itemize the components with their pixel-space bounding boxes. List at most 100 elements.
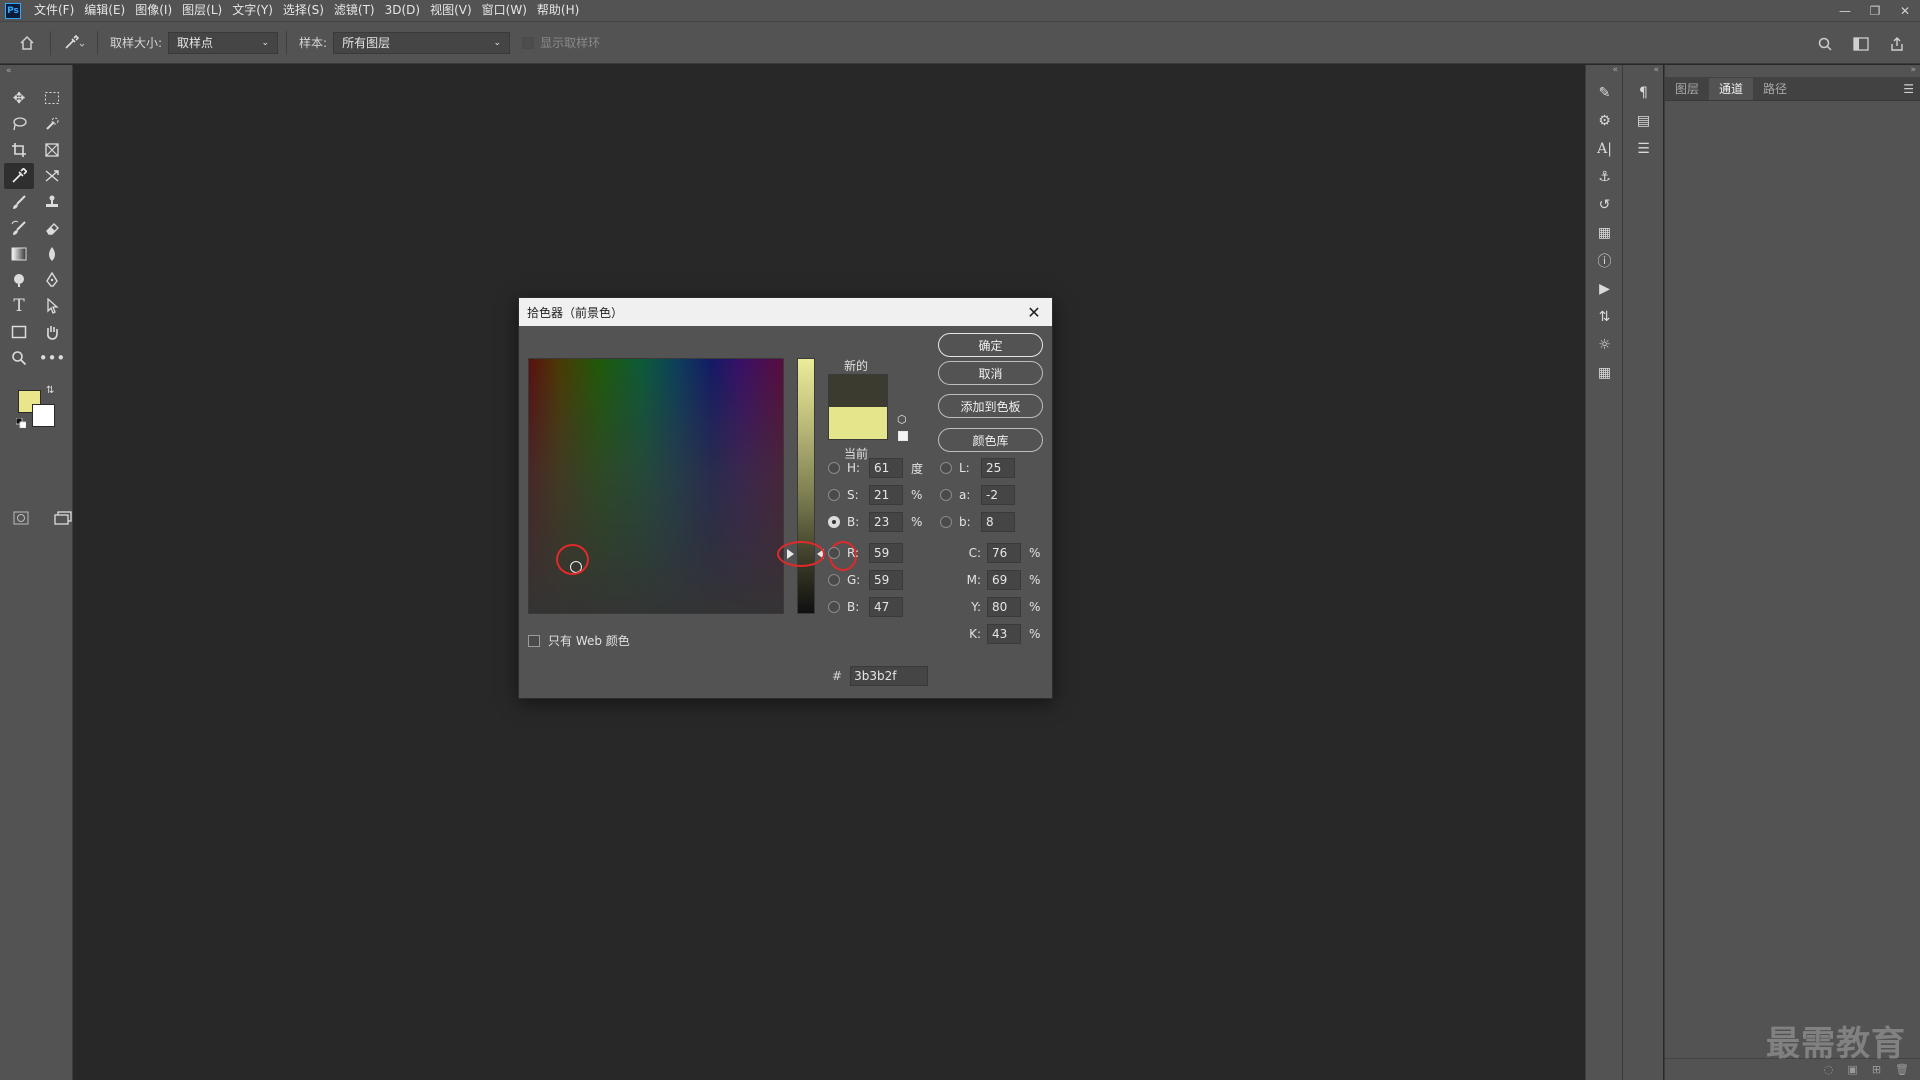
type-tool-icon[interactable]: T <box>4 293 34 319</box>
brush-tool-icon[interactable] <box>4 189 34 215</box>
path-selection-icon[interactable] <box>37 293 67 319</box>
restore-icon[interactable]: ❐ <box>1860 0 1890 21</box>
out-of-gamut-cube-icon[interactable]: ⬡ <box>897 414 909 426</box>
cancel-button[interactable]: 取消 <box>938 361 1043 385</box>
info-icon[interactable]: ⓘ <box>1586 247 1623 275</box>
history-brush-icon[interactable] <box>4 215 34 241</box>
notes-icon[interactable]: ☰ <box>1623 135 1664 163</box>
eraser-tool-icon[interactable] <box>37 215 67 241</box>
menu-view[interactable]: 视图(V) <box>425 0 477 21</box>
color-slider[interactable] <box>797 358 815 614</box>
close-icon[interactable]: ✕ <box>1024 302 1044 322</box>
brightness-input[interactable]: 23 <box>869 512 903 532</box>
green-radio[interactable] <box>828 574 840 586</box>
menu-select[interactable]: 选择(S) <box>278 0 329 21</box>
dodge-tool-icon[interactable] <box>4 267 34 293</box>
rectangle-tool-icon[interactable] <box>4 319 34 345</box>
clone-source-icon[interactable]: ⚓ <box>1586 163 1623 191</box>
black-input[interactable]: 43 <box>987 624 1021 644</box>
close-window-icon[interactable]: ✕ <box>1890 0 1920 21</box>
sample-size-select[interactable]: 取样点 ⌄ <box>168 31 279 54</box>
styles-icon[interactable]: ⇅ <box>1586 303 1623 331</box>
web-only-checkbox[interactable] <box>528 634 540 647</box>
show-sampling-ring-checkbox[interactable] <box>522 36 535 49</box>
menu-filter[interactable]: 滤镜(T) <box>329 0 380 21</box>
tab-layers[interactable]: 图层 <box>1665 78 1709 100</box>
menu-3d[interactable]: 3D(D) <box>380 0 425 21</box>
color-libraries-button[interactable]: 颜色库 <box>938 428 1043 452</box>
zoom-tool-icon[interactable] <box>4 345 34 371</box>
pen-tool-icon[interactable] <box>37 267 67 293</box>
hue-input[interactable]: 61 <box>869 458 903 478</box>
panel-menu-icon[interactable]: ☰ <box>1903 82 1914 96</box>
actions-play-icon[interactable]: ▶ <box>1586 275 1623 303</box>
tab-channels[interactable]: 通道 <box>1709 78 1754 100</box>
lab-a-input[interactable]: -2 <box>981 485 1015 505</box>
add-to-swatches-button[interactable]: 添加到色板 <box>938 394 1043 418</box>
menu-file[interactable]: 文件(F) <box>29 0 79 21</box>
menu-edit[interactable]: 编辑(E) <box>79 0 130 21</box>
cyan-input[interactable]: 76 <box>987 543 1021 563</box>
blur-tool-icon[interactable] <box>37 241 67 267</box>
current-color-swatch[interactable] <box>828 407 888 440</box>
hand-tool-icon[interactable] <box>37 319 67 345</box>
blue-radio[interactable] <box>828 601 840 613</box>
brush-settings-icon[interactable]: ✎ <box>1586 79 1623 107</box>
sample-layers-select[interactable]: 所有图层 ⌄ <box>333 31 511 54</box>
lasso-tool-icon[interactable] <box>4 111 34 137</box>
blue-input[interactable]: 47 <box>869 597 903 617</box>
crop-tool-icon[interactable] <box>4 137 34 163</box>
workspace-icon[interactable] <box>1846 29 1876 59</box>
menu-layer[interactable]: 图层(L) <box>177 0 227 21</box>
swap-colors-icon[interactable]: ⇅ <box>46 385 54 396</box>
menu-image[interactable]: 图像(I) <box>130 0 177 21</box>
more-tools-icon[interactable]: ••• <box>37 345 67 371</box>
tab-paths[interactable]: 路径 <box>1753 78 1797 100</box>
saturation-radio[interactable] <box>828 489 840 501</box>
menu-type[interactable]: 文字(Y) <box>227 0 278 21</box>
quick-selection-icon[interactable] <box>37 111 67 137</box>
gradient-tool-icon[interactable] <box>4 241 34 267</box>
lab-l-radio[interactable] <box>940 462 952 474</box>
3d-icon[interactable]: ☼ <box>1586 331 1623 359</box>
properties-icon[interactable]: ▦ <box>1586 219 1623 247</box>
share-icon[interactable] <box>1882 29 1912 59</box>
default-colors-icon[interactable] <box>15 417 27 429</box>
menu-window[interactable]: 窗口(W) <box>477 0 532 21</box>
lab-l-input[interactable]: 25 <box>981 458 1015 478</box>
red-radio[interactable] <box>828 547 840 559</box>
background-color-swatch[interactable] <box>32 404 55 427</box>
dialog-title-bar[interactable]: 拾色器（前景色） ✕ <box>519 298 1052 326</box>
search-icon[interactable] <box>1810 29 1840 59</box>
character-icon[interactable]: A| <box>1586 135 1623 163</box>
move-tool-icon[interactable]: ✥ <box>4 85 34 111</box>
quick-mask-icon[interactable] <box>6 505 36 531</box>
yellow-input[interactable]: 80 <box>987 597 1021 617</box>
history-icon[interactable]: ↺ <box>1586 191 1623 219</box>
rectangular-marquee-icon[interactable] <box>37 85 67 111</box>
lab-b-radio[interactable] <box>940 516 952 528</box>
clone-stamp-icon[interactable] <box>37 189 67 215</box>
eyedropper-preset-icon[interactable] <box>59 28 89 58</box>
timeline-grid-icon[interactable]: ▦ <box>1586 359 1623 387</box>
expand-panel-icon[interactable]: » <box>1910 65 1916 75</box>
web-safe-swatch-icon[interactable] <box>898 431 908 441</box>
hex-input[interactable]: 3b3b2f <box>850 666 929 686</box>
adjustments-icon[interactable]: ⚙ <box>1586 107 1623 135</box>
frame-tool-icon[interactable] <box>37 137 67 163</box>
paragraph-icon[interactable]: ¶ <box>1623 79 1664 107</box>
hue-radio[interactable] <box>828 462 840 474</box>
lab-a-radio[interactable] <box>940 489 952 501</box>
eyedropper-tool-icon[interactable] <box>4 163 34 189</box>
collapse-toolbar-icon[interactable]: « <box>0 65 72 77</box>
color-field[interactable] <box>528 358 784 614</box>
menu-help[interactable]: 帮助(H) <box>532 0 584 21</box>
ok-button[interactable]: 确定 <box>938 333 1043 357</box>
collapse-dock-icon[interactable]: « <box>1623 65 1663 79</box>
content-aware-move-icon[interactable] <box>37 163 67 189</box>
lab-b-input[interactable]: 8 <box>981 512 1015 532</box>
home-icon[interactable] <box>12 28 42 58</box>
brightness-radio[interactable] <box>828 516 840 528</box>
saturation-input[interactable]: 21 <box>869 485 903 505</box>
minimize-icon[interactable]: — <box>1830 0 1860 21</box>
